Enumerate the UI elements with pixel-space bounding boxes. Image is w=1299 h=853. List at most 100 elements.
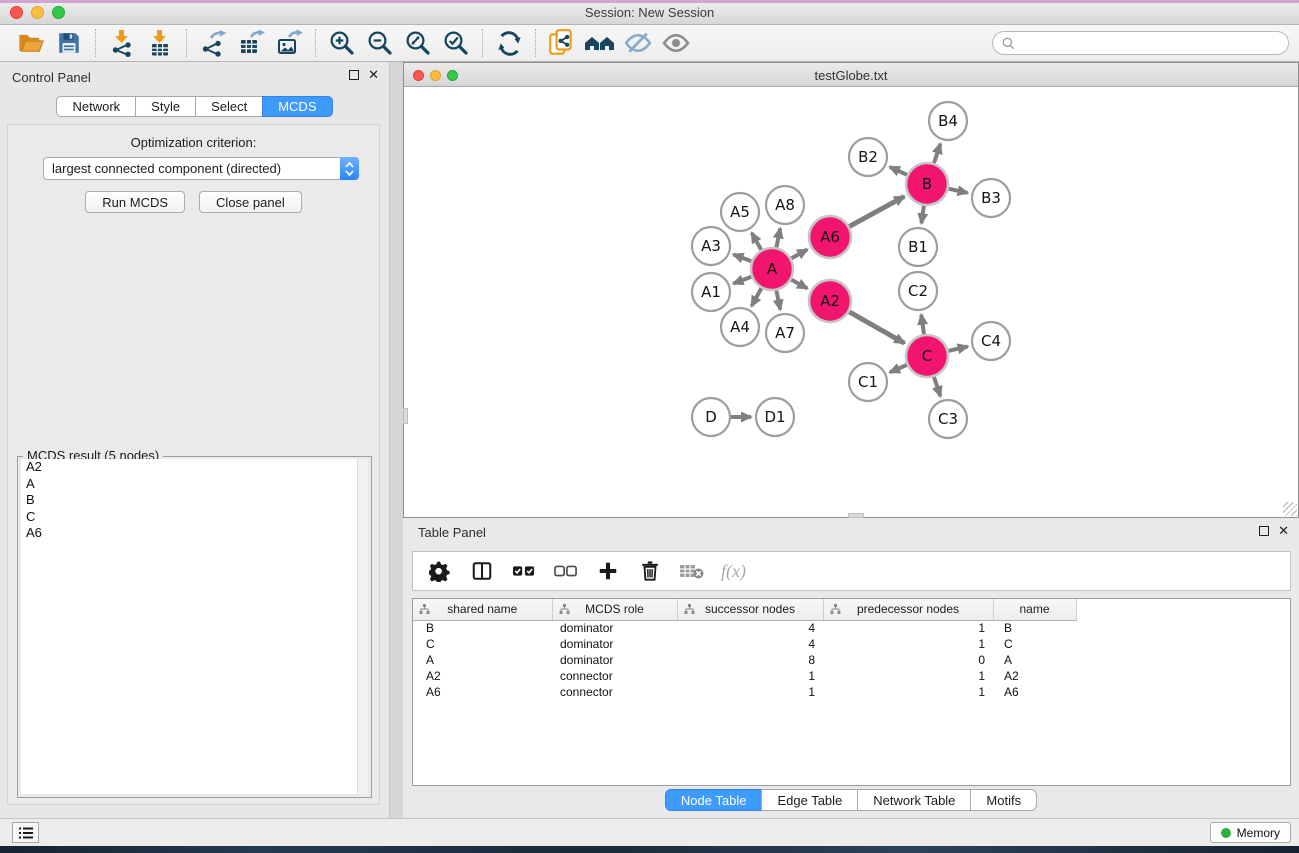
show-all-icon[interactable] bbox=[657, 27, 695, 59]
left-scrollbar-stub[interactable] bbox=[403, 408, 408, 424]
add-column-icon[interactable] bbox=[593, 555, 623, 587]
network-canvas[interactable]: B4B2BB3B1A5A8A6A3AA1A2C2A4A7CC4C1C3DD1 bbox=[404, 87, 1298, 517]
delete-table-icon[interactable] bbox=[677, 555, 707, 587]
criterion-select[interactable]: largest connected component (directed) bbox=[43, 157, 359, 180]
close-table-panel-icon[interactable]: ✕ bbox=[1278, 526, 1289, 536]
network-view-title: testGlobe.txt bbox=[404, 68, 1298, 83]
graph-edge-A-A8[interactable] bbox=[776, 229, 780, 248]
node-table-container: shared name MCDS role successor nodes pr… bbox=[412, 598, 1291, 786]
graph-edge-C-C1[interactable] bbox=[890, 365, 907, 372]
column-header-successor-nodes[interactable]: successor nodes bbox=[677, 599, 823, 620]
column-header-mcds-role[interactable]: MCDS role bbox=[552, 599, 677, 620]
float-panel-icon[interactable] bbox=[349, 70, 359, 80]
graph-edge-C-C3[interactable] bbox=[934, 377, 940, 396]
tab-edge-table[interactable]: Edge Table bbox=[761, 789, 858, 811]
memory-button[interactable]: Memory bbox=[1210, 822, 1291, 843]
close-panel-button[interactable]: Close panel bbox=[199, 191, 302, 213]
memory-status-dot-icon bbox=[1221, 828, 1231, 838]
column-header-predecessor-nodes[interactable]: predecessor nodes bbox=[823, 599, 993, 620]
graph-edge-A-A4[interactable] bbox=[752, 288, 762, 306]
graph-node-label: C bbox=[922, 347, 932, 365]
graph-edge-A-A3[interactable] bbox=[733, 254, 751, 261]
tab-node-table[interactable]: Node Table bbox=[665, 789, 763, 811]
result-list-item[interactable]: A6 bbox=[21, 525, 368, 542]
network-view-window: testGlobe.txt B4B2BB3B1A5A8A6A3AA1A2C2A4… bbox=[403, 62, 1299, 518]
status-bar: Memory bbox=[0, 818, 1299, 846]
zoom-selected-icon[interactable] bbox=[437, 27, 475, 59]
export-table-icon[interactable] bbox=[232, 27, 270, 59]
graph-edge-B-B2[interactable] bbox=[890, 167, 907, 175]
zoom-out-icon[interactable] bbox=[361, 27, 399, 59]
tab-mcds[interactable]: MCDS bbox=[262, 96, 332, 117]
graph-edge-A-A7[interactable] bbox=[776, 291, 780, 310]
zoom-in-icon[interactable] bbox=[323, 27, 361, 59]
table-row[interactable]: Cdominator41C bbox=[413, 636, 1076, 652]
application-window: Session: New Session bbox=[0, 0, 1299, 853]
resize-grip[interactable] bbox=[1283, 502, 1297, 516]
table-panel: Table Panel ✕ bbox=[403, 518, 1299, 818]
tab-motifs[interactable]: Motifs bbox=[970, 789, 1037, 811]
control-panel: Control Panel ✕ Network Style Select MCD… bbox=[0, 62, 390, 818]
result-list-item[interactable]: B bbox=[21, 492, 368, 509]
save-session-icon[interactable] bbox=[50, 27, 88, 59]
tab-network[interactable]: Network bbox=[56, 96, 136, 117]
table-row[interactable]: Adominator80A bbox=[413, 652, 1076, 668]
column-header-shared-name[interactable]: shared name bbox=[413, 599, 552, 620]
table-row[interactable]: A6connector11A6 bbox=[413, 684, 1076, 700]
delete-column-trash-icon[interactable] bbox=[635, 555, 665, 587]
result-scrollbar[interactable] bbox=[357, 459, 368, 794]
table-row[interactable]: A2connector11A2 bbox=[413, 668, 1076, 684]
first-neighbors-icon[interactable] bbox=[581, 27, 619, 59]
table-row[interactable]: Bdominator41B bbox=[413, 620, 1076, 636]
hide-selected-icon[interactable] bbox=[619, 27, 657, 59]
table-settings-gear-icon[interactable] bbox=[425, 555, 455, 587]
export-image-icon[interactable] bbox=[270, 27, 308, 59]
network-window-titlebar[interactable]: testGlobe.txt bbox=[404, 63, 1298, 87]
graph-edge-A6-B[interactable] bbox=[849, 196, 904, 226]
graph-edge-A-A1[interactable] bbox=[733, 277, 751, 284]
node-table-body: Bdominator41BCdominator41CAdominator80AA… bbox=[413, 620, 1076, 700]
titlebar[interactable]: Session: New Session bbox=[0, 0, 1299, 25]
select-all-icon[interactable] bbox=[509, 555, 539, 587]
zoom-fit-icon[interactable] bbox=[399, 27, 437, 59]
result-list-item[interactable]: C bbox=[21, 509, 368, 526]
result-list-item[interactable]: A bbox=[21, 476, 368, 493]
search-field[interactable] bbox=[992, 31, 1289, 55]
tab-network-table[interactable]: Network Table bbox=[857, 789, 971, 811]
open-folder-icon[interactable] bbox=[12, 27, 50, 59]
float-table-panel-icon[interactable] bbox=[1259, 526, 1269, 536]
desktop-background-strip bbox=[0, 846, 1299, 853]
import-table-icon[interactable] bbox=[141, 27, 179, 59]
deselect-all-icon[interactable] bbox=[551, 555, 581, 587]
graph-node-label: A4 bbox=[730, 318, 750, 336]
search-input[interactable] bbox=[1021, 36, 1280, 50]
column-header-name[interactable]: name bbox=[993, 599, 1076, 620]
task-history-list-icon[interactable] bbox=[12, 822, 39, 843]
refresh-icon[interactable] bbox=[490, 27, 528, 59]
graph-edge-B-B4[interactable] bbox=[934, 144, 940, 163]
import-network-icon[interactable] bbox=[103, 27, 141, 59]
mcds-result-list: A2ABCA6 bbox=[21, 459, 368, 794]
graph-edge-C-C4[interactable] bbox=[948, 346, 967, 351]
tab-style[interactable]: Style bbox=[135, 96, 196, 117]
export-network-icon[interactable] bbox=[194, 27, 232, 59]
function-builder-icon[interactable]: f(x) bbox=[719, 561, 746, 582]
tab-select[interactable]: Select bbox=[195, 96, 263, 117]
graph-edge-A-A2[interactable] bbox=[791, 280, 807, 289]
close-panel-icon[interactable]: ✕ bbox=[368, 70, 379, 80]
show-columns-icon[interactable] bbox=[467, 555, 497, 587]
run-mcds-button[interactable]: Run MCDS bbox=[85, 191, 185, 213]
toolbar-divider bbox=[95, 29, 96, 57]
graph-edge-C-C2[interactable] bbox=[921, 315, 924, 334]
graph-node-label: A1 bbox=[701, 283, 721, 301]
graph-node-label: A3 bbox=[701, 237, 721, 255]
graph-node-label: B4 bbox=[938, 112, 958, 130]
graph-edge-A-A5[interactable] bbox=[752, 233, 761, 250]
graph-edge-B-B1[interactable] bbox=[921, 206, 923, 223]
node-table: shared name MCDS role successor nodes pr… bbox=[413, 599, 1077, 700]
graph-edge-A2-C[interactable] bbox=[849, 312, 904, 343]
graph-edge-B-B3[interactable] bbox=[948, 189, 967, 193]
duplicate-network-icon[interactable] bbox=[543, 27, 581, 59]
result-list-item[interactable]: A2 bbox=[21, 459, 368, 476]
graph-edge-A-A6[interactable] bbox=[791, 250, 807, 259]
